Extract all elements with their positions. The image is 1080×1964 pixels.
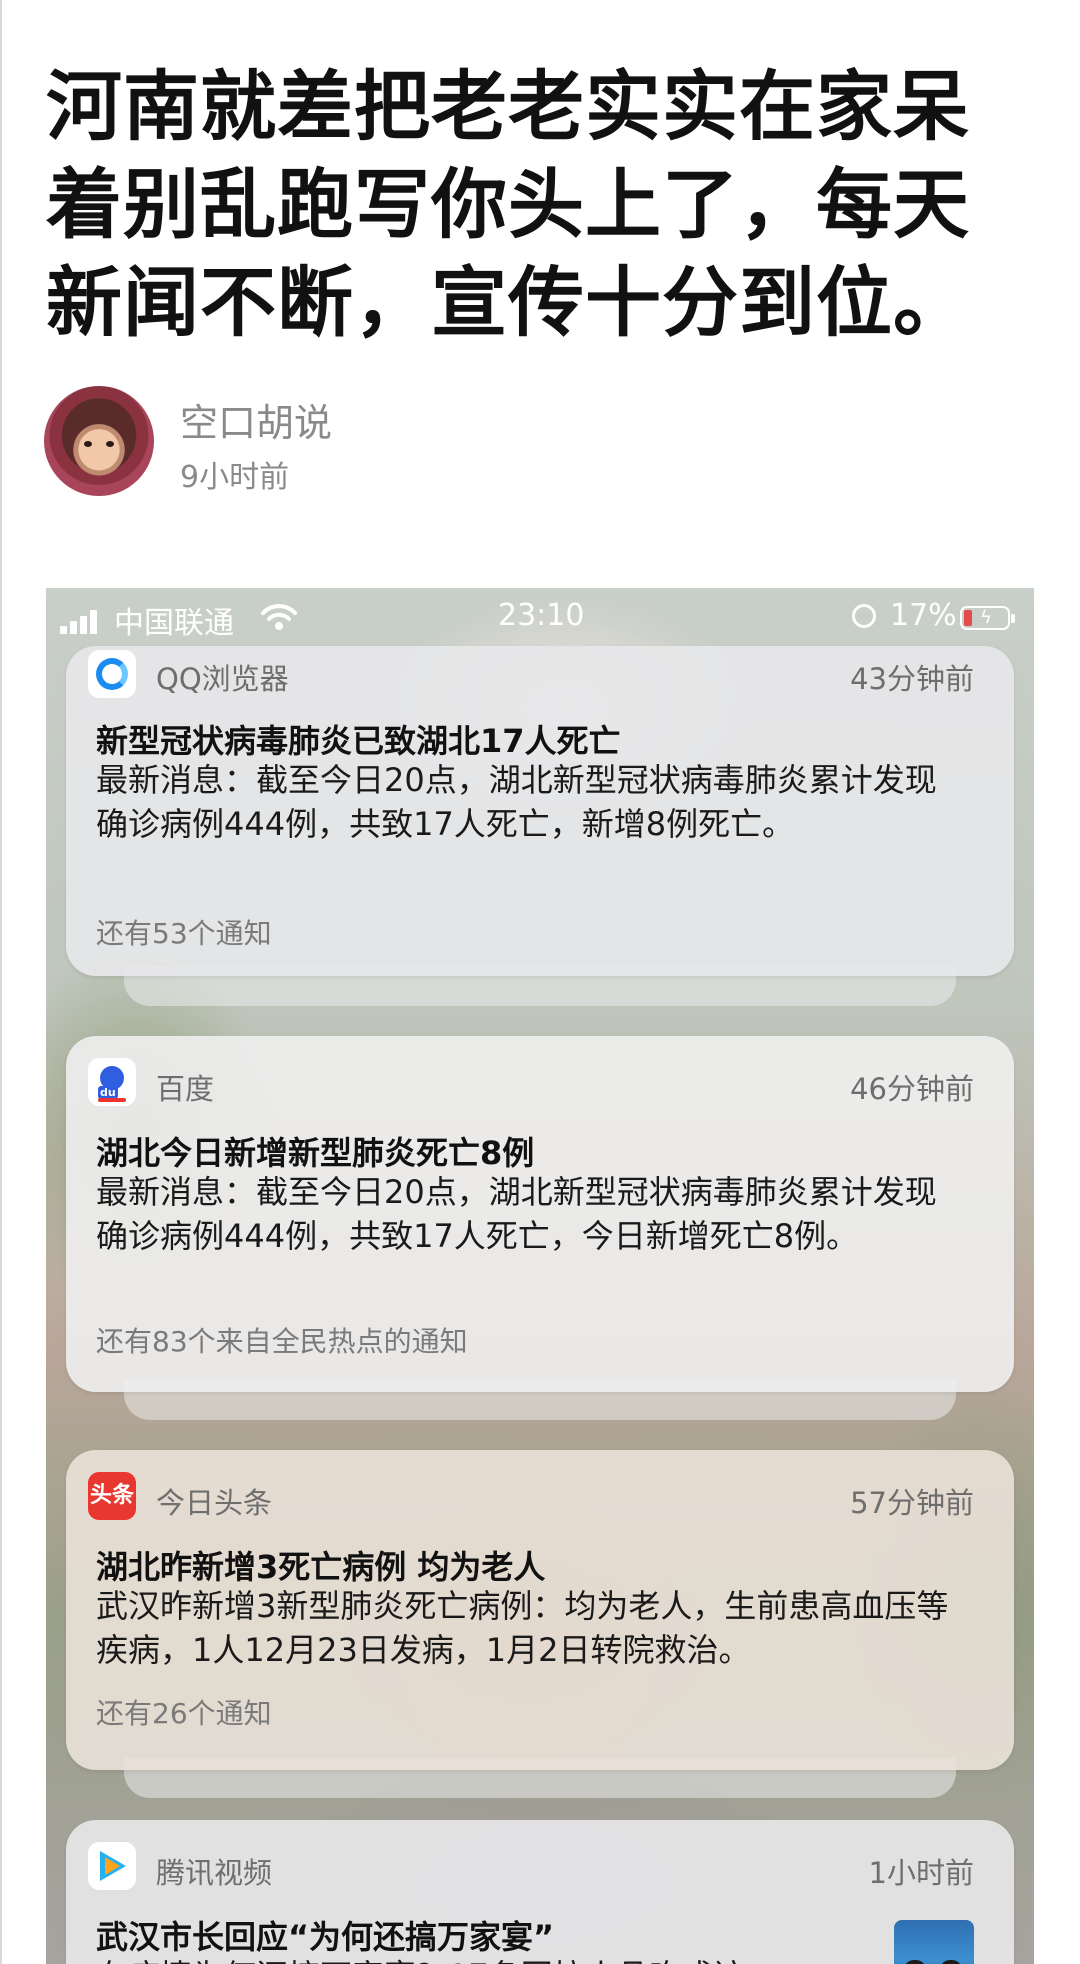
avatar-eye-right	[106, 441, 114, 447]
wifi-icon	[261, 604, 297, 630]
signal-icon	[60, 610, 106, 634]
left-border	[0, 0, 2, 1964]
status-clock: 23:10	[498, 598, 585, 633]
avatar-eye-left	[84, 441, 92, 447]
embedded-screenshot: 中国联通 23:10 17% ϟ QQ浏览器 43分钟前 新型冠状病毒肺炎已致湖…	[46, 588, 1034, 1964]
notification-thumbnail	[894, 1920, 974, 1964]
notification-more[interactable]: 还有83个来自全民热点的通知	[96, 1320, 468, 1360]
notification-title: 武汉市长回应“为何还搞万家宴”	[96, 1918, 555, 1956]
baidu-icon: du	[88, 1058, 136, 1106]
author-name[interactable]: 空口胡说	[180, 392, 332, 447]
tencent-video-icon	[88, 1842, 136, 1890]
notification-more[interactable]: 还有53个通知	[96, 912, 272, 952]
notification-time: 1小时前	[868, 1856, 974, 1890]
notification-time: 46分钟前	[850, 1072, 974, 1106]
app-name: 百度	[156, 1072, 215, 1106]
qq-browser-icon	[88, 650, 136, 698]
notification-time: 43分钟前	[850, 662, 974, 696]
notification-title: 湖北今日新增新型肺炎死亡8例	[96, 1134, 535, 1172]
notification-card-baidu[interactable]: du 百度 46分钟前 湖北今日新增新型肺炎死亡8例 最新消息：截至今日20点，…	[66, 1036, 1014, 1392]
rotation-lock-icon	[852, 604, 876, 628]
author-avatar[interactable]	[44, 386, 154, 496]
carrier-name: 中国联通	[114, 606, 234, 641]
article-headline: 河南就差把老老实实在家呆着别乱跑写你头上了，每天新闻不断，宣传十分到位。	[46, 62, 970, 347]
status-bar: 中国联通 23:10 17% ϟ	[46, 588, 1034, 646]
notification-card-tencent-video[interactable]: 腾讯视频 1小时前 武汉市长回应“为何还搞万家宴” 有疫情为何还搞万家宴？17条…	[66, 1820, 1014, 1964]
notification-body: 最新消息：截至今日20点，湖北新型冠状病毒肺炎累计发现确诊病例444例，共致17…	[96, 1173, 937, 1255]
battery-charging-icon: ϟ	[960, 606, 1015, 630]
app-name: 腾讯视频	[156, 1856, 273, 1890]
toutiao-icon: 头条	[88, 1472, 136, 1520]
battery-percentage: 17%	[890, 598, 957, 633]
notification-body: 武汉昨新增3新型肺炎死亡病例：均为老人，生前患高血压等疾病，1人12月23日发病…	[96, 1587, 949, 1669]
notification-title: 新型冠状病毒肺炎已致湖北17人死亡	[96, 722, 621, 760]
notification-card-toutiao[interactable]: 头条 今日头条 57分钟前 湖北昨新增3死亡病例 均为老人 武汉昨新增3新型肺炎…	[66, 1450, 1014, 1770]
app-name: QQ浏览器	[156, 662, 289, 696]
notification-more[interactable]: 还有26个通知	[96, 1692, 272, 1732]
post-time: 9小时前	[180, 460, 290, 495]
notification-body: 最新消息：截至今日20点，湖北新型冠状病毒肺炎累计发现确诊病例444例，共致17…	[96, 761, 937, 843]
notification-card-qq[interactable]: QQ浏览器 43分钟前 新型冠状病毒肺炎已致湖北17人死亡 最新消息：截至今日2…	[66, 646, 1014, 976]
app-name: 今日头条	[156, 1486, 273, 1520]
notification-title: 湖北昨新增3死亡病例 均为老人	[96, 1548, 546, 1586]
notification-body: 有疫情为何还搞万家宴？17条回拉小品咋成该	[96, 1954, 876, 1964]
notification-time: 57分钟前	[850, 1486, 974, 1520]
